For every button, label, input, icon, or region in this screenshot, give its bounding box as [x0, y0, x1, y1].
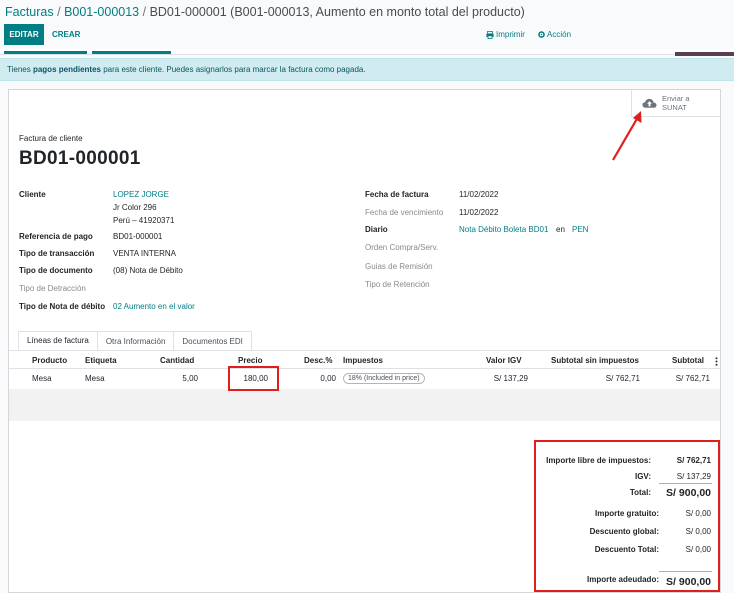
column-header-taxes[interactable]: Impuestos: [343, 356, 383, 365]
debit-note-type-label: Tipo de Nota de débito: [19, 302, 106, 311]
column-header-subtotal[interactable]: Subtotal: [672, 356, 704, 365]
journal-link[interactable]: Nota Débito Boleta BD01: [459, 225, 548, 234]
purchase-order-label: Orden Compra/Serv.: [365, 243, 439, 252]
customer-address: Perú – 41920371: [113, 216, 175, 225]
customer-link[interactable]: LOPEZ JORGE: [113, 190, 169, 199]
totals-highlight: [534, 440, 720, 592]
alert-text: Tienes: [7, 65, 31, 74]
breadcrumb-sep: /: [53, 5, 65, 19]
tab-other-info[interactable]: Otra Información: [96, 331, 175, 350]
cell-label: Mesa: [85, 374, 105, 383]
statusbar-state: [675, 52, 734, 56]
invoice-type: Factura de cliente: [19, 134, 83, 143]
debit-note-type-link[interactable]: 02 Aumento en el valor: [113, 302, 195, 311]
payment-reference-value: BD01-000001: [113, 232, 163, 241]
column-header-price[interactable]: Precio: [238, 356, 262, 365]
journal-label: Diario: [365, 225, 388, 234]
customer-address: Jr Color 296: [113, 203, 157, 212]
tab-edi-documents[interactable]: Documentos EDI: [173, 331, 252, 350]
due-date-value: 11/02/2022: [459, 208, 499, 217]
gear-icon: [538, 31, 545, 38]
delivery-guides-label: Guias de Remisión: [365, 262, 433, 271]
send-sunat-label: SUNAT: [662, 103, 687, 112]
cell-subtotal-untaxed: S/ 762,71: [605, 374, 640, 383]
column-header-quantity[interactable]: Cantidad: [160, 356, 194, 365]
alert-pending-payments-link[interactable]: pagos pendientes: [33, 65, 101, 74]
column-header-label[interactable]: Etiqueta: [85, 356, 117, 365]
annotation-arrow: [612, 111, 642, 161]
breadcrumb-sep: /: [139, 5, 150, 19]
breadcrumb-current: BD01-000001 (B001-000013, Aumento en mon…: [149, 5, 525, 19]
print-button[interactable]: Imprimir: [486, 30, 525, 39]
notebook-tabs: Líneas de factura Otra Información Docum…: [18, 331, 252, 350]
column-header-discount[interactable]: Desc.%: [304, 356, 332, 365]
breadcrumb: Facturas / B001-000013 / BD01-000001 (B0…: [5, 5, 525, 19]
outstanding-payments-alert: Tienes pagos pendientes para este client…: [0, 58, 734, 81]
send-sunat-label: Enviar a: [662, 94, 690, 103]
journal-currency-sep: en: [556, 225, 565, 234]
statusbar-segment: [92, 51, 171, 54]
add-line-area[interactable]: [9, 389, 720, 421]
column-header-product[interactable]: Producto: [32, 356, 67, 365]
column-header-subtotal-untaxed[interactable]: Subtotal sin impuestos: [551, 356, 639, 365]
cell-discount: 0,00: [320, 374, 336, 383]
retention-type-label: Tipo de Retención: [365, 280, 430, 289]
action-button[interactable]: Acción: [538, 30, 571, 39]
breadcrumb-facturas[interactable]: Facturas: [5, 5, 54, 19]
due-date-label: Fecha de vencimiento: [365, 208, 444, 217]
kebab-icon[interactable]: [715, 357, 718, 366]
printer-icon: [486, 30, 494, 39]
document-type-label: Tipo de documento: [19, 266, 93, 275]
cell-igv: S/ 137,29: [493, 374, 528, 383]
transaction-type-label: Tipo de transacción: [19, 249, 95, 258]
invoice-number: BD01-000001: [19, 148, 141, 169]
action-label: Acción: [547, 30, 572, 39]
column-header-igv[interactable]: Valor IGV: [486, 356, 522, 365]
invoice-date-value: 11/02/2022: [459, 190, 499, 199]
cloud-upload-icon: [642, 98, 657, 108]
tab-divider: [9, 350, 720, 351]
payment-reference-label: Referencia de pago: [19, 232, 93, 241]
print-label: Imprimir: [496, 30, 525, 39]
customer-label: Cliente: [19, 190, 46, 199]
cell-product: Mesa: [32, 374, 52, 383]
statusbar-segment: [4, 51, 87, 54]
price-highlight: [228, 366, 279, 391]
create-button[interactable]: CREAR: [52, 24, 80, 45]
detraction-type-label: Tipo de Detracción: [19, 284, 86, 293]
tax-tag: 18% (Included in price): [343, 373, 425, 384]
edit-button[interactable]: EDITAR: [4, 24, 44, 45]
alert-text: para este cliente. Puedes asignarlos par…: [103, 65, 366, 74]
tab-invoice-lines[interactable]: Líneas de factura: [18, 331, 98, 350]
transaction-type-value: VENTA INTERNA: [113, 249, 176, 258]
invoice-date-label: Fecha de factura: [365, 190, 429, 199]
cell-subtotal: S/ 762,71: [675, 374, 710, 383]
cell-quantity: 5,00: [182, 374, 198, 383]
currency-link[interactable]: PEN: [572, 225, 588, 234]
breadcrumb-parent-invoice[interactable]: B001-000013: [64, 5, 139, 19]
document-type-value: (08) Nota de Débito: [113, 266, 183, 275]
